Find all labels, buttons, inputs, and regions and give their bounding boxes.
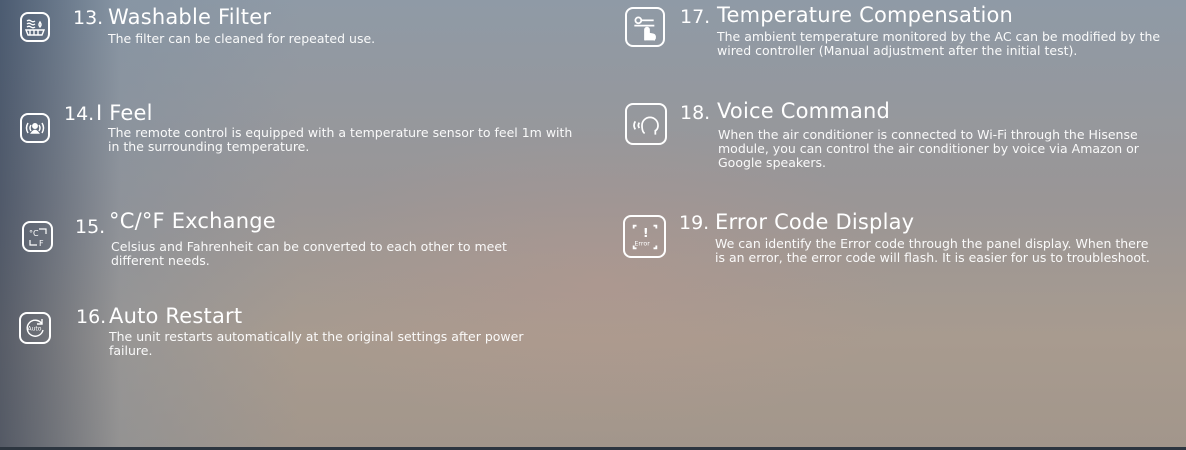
celsius-fahrenheit-icon: °C F [22,221,53,252]
svg-text:°C: °C [29,229,39,238]
feature-title: °C/°F Exchange [109,209,276,233]
feature-number: 18. [680,102,711,124]
error-code-icon: ! Error [623,215,666,258]
feature-title: Temperature Compensation [717,3,1014,27]
auto-restart-icon: Auto [19,312,51,344]
feature-number: 17. [680,6,711,28]
feature-number: 14. [64,103,95,125]
feature-description: The unit restarts automatically at the o… [109,329,524,358]
feature-description: Celsius and Fahrenheit can be converted … [111,239,507,268]
feature-description: We can identify the Error code through t… [715,236,1150,265]
svg-text:Error: Error [634,239,650,247]
feature-title: Washable Filter [108,5,272,29]
feature-number: 15. [75,216,106,238]
feature-title: Error Code Display [715,210,915,234]
feature-description: The remote control is equipped with a te… [108,125,573,154]
voice-command-icon [625,103,667,145]
temperature-compensation-icon [625,7,665,47]
feature-title: Auto Restart [109,304,243,328]
feature-description: The filter can be cleaned for repeated u… [108,31,376,46]
feature-number: 16. [76,306,107,328]
svg-text:Auto: Auto [28,326,42,333]
washable-filter-icon [20,12,50,42]
feature-description: When the air conditioner is connected to… [718,127,1139,170]
feature-number: 19. [679,212,710,234]
feature-description: The ambient temperature monitored by the… [717,29,1161,58]
feature-title: Voice Command [717,99,891,123]
feature-title: I Feel [96,101,153,125]
svg-text:F: F [39,239,44,248]
feature-number: 13. [73,7,104,29]
i-feel-icon [20,113,50,143]
